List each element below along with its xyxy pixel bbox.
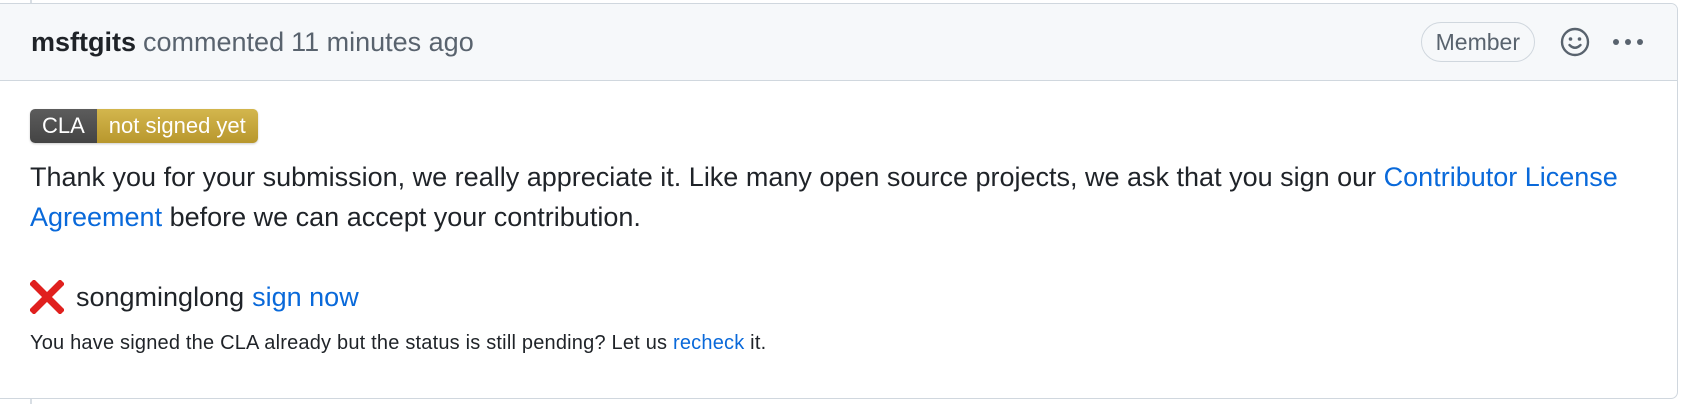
recheck-note-suffix: it. (744, 332, 767, 354)
cla-badge-label: CLA (30, 109, 97, 143)
comment-verb: commented (143, 26, 285, 57)
comment-box: msftgitscommented11 minutes ago Member (0, 3, 1678, 399)
signer-row: songminglong sign now (30, 277, 1637, 317)
kebab-horizontal-icon[interactable] (1609, 24, 1647, 60)
cla-status-badge[interactable]: CLA not signed yet (30, 109, 258, 143)
signer-name: songminglong (76, 281, 245, 312)
message-text-suffix: before we can accept your contribution. (162, 202, 641, 232)
message-text-prefix: Thank you for your submission, we really… (30, 162, 1384, 192)
member-badge: Member (1420, 22, 1535, 62)
author-link[interactable]: msftgits (31, 27, 136, 57)
comment-timestamp[interactable]: 11 minutes ago (291, 27, 474, 57)
recheck-link[interactable]: recheck (673, 332, 744, 354)
red-x-icon (30, 280, 64, 314)
smiley-icon[interactable] (1557, 24, 1593, 60)
cla-badge-status: not signed yet (96, 109, 258, 143)
recheck-note-prefix: You have signed the CLA already but the … (30, 332, 673, 354)
cla-message: Thank you for your submission, we really… (30, 157, 1630, 237)
sign-now-link[interactable]: sign now (252, 282, 359, 313)
comment-body: CLA not signed yet Thank you for your su… (0, 81, 1677, 357)
comment-header-text: msftgits commented 11 minutes ago (31, 27, 474, 58)
recheck-note: You have signed the CLA already but the … (30, 329, 1637, 357)
header-actions: Member (1420, 4, 1647, 80)
comment-header: msftgits commented 11 minutes ago Member (0, 4, 1677, 81)
